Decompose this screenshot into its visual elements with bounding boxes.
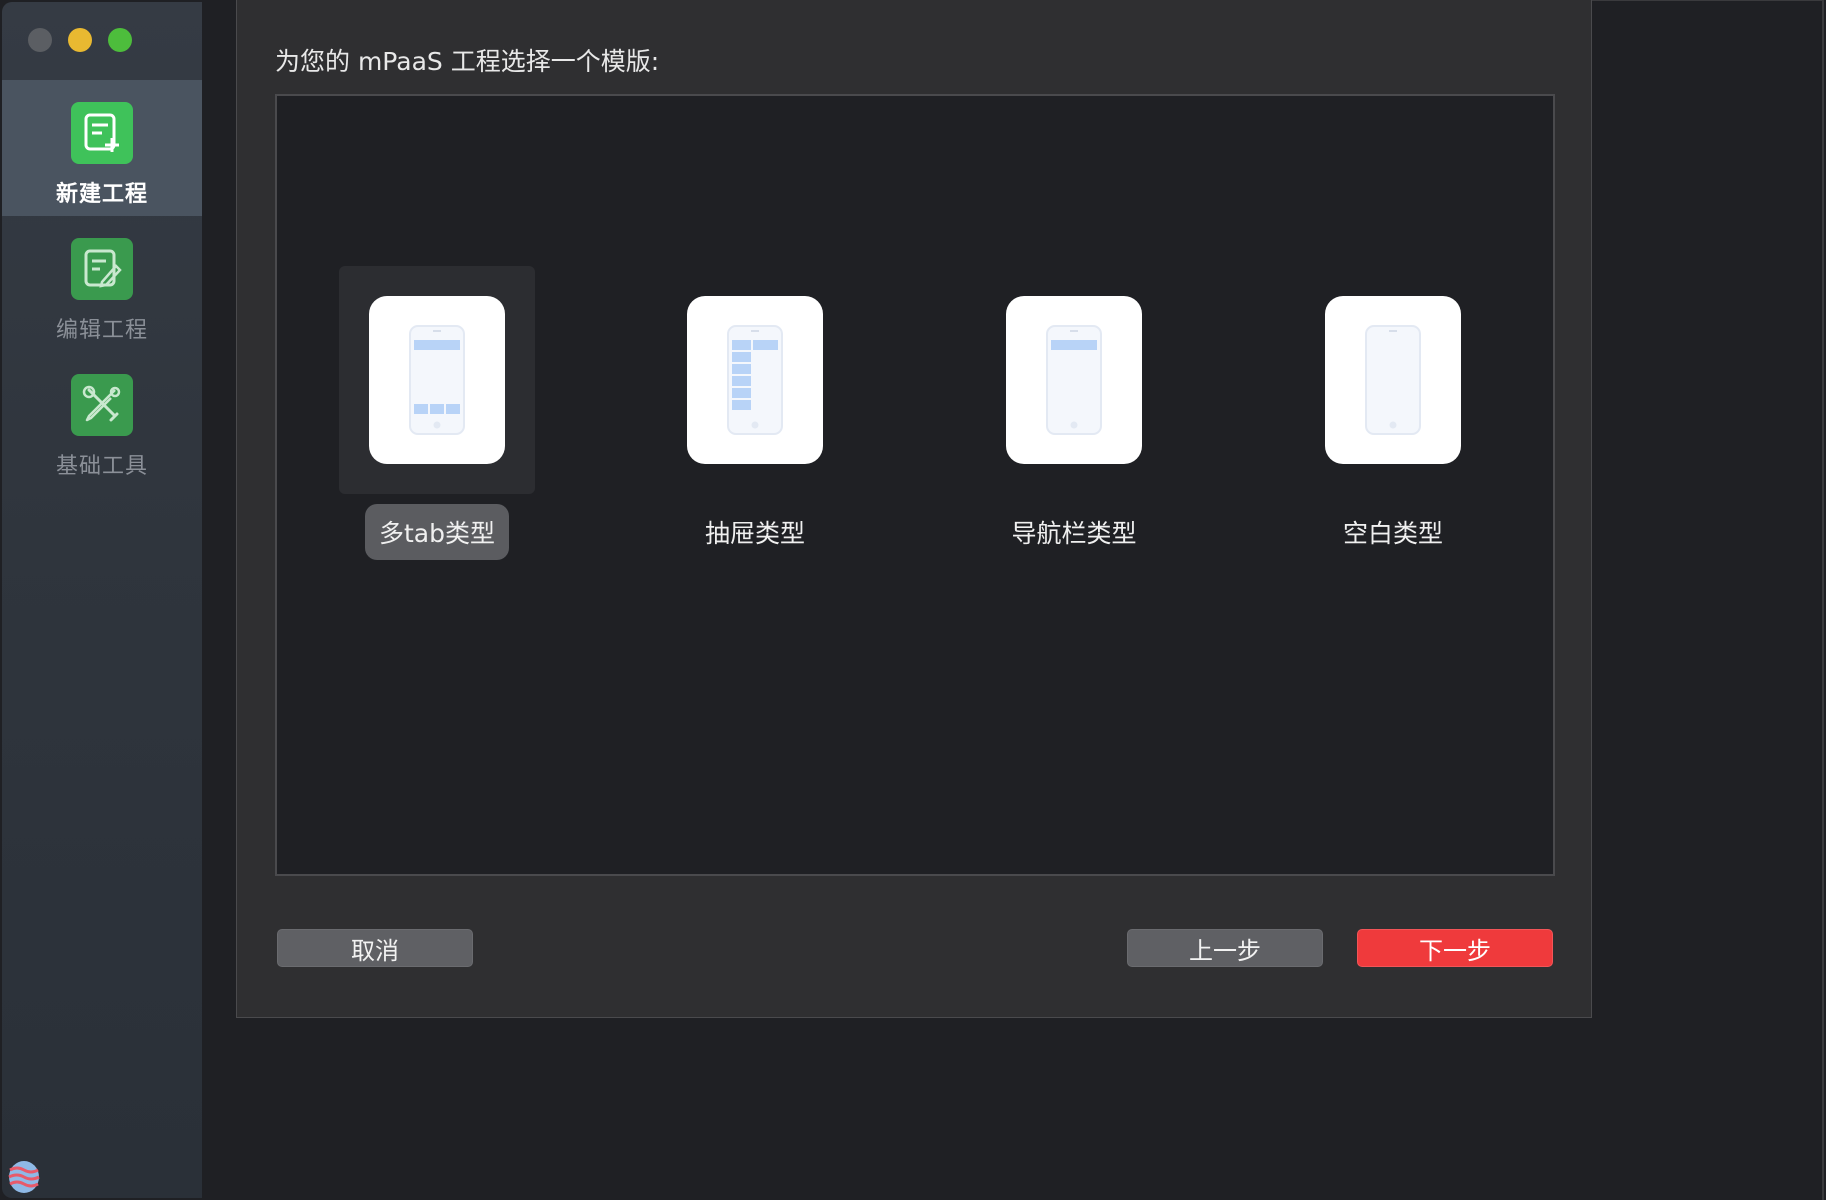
template-thumb-wrap — [657, 266, 853, 494]
template-label: 空白类型 — [1342, 519, 1443, 548]
template-label: 导航栏类型 — [1011, 519, 1137, 548]
template-multitab[interactable]: 多tab类型 — [339, 266, 535, 560]
previous-step-button[interactable]: 上一步 — [1127, 929, 1323, 967]
tools-icon — [71, 374, 133, 436]
window-controls — [28, 28, 132, 52]
new-project-icon — [71, 102, 133, 164]
sidebar-item-new-project[interactable]: 新建工程 — [2, 80, 202, 216]
template-thumb-wrap — [1295, 266, 1491, 494]
sidebar-item-tools[interactable]: 基础工具 — [2, 352, 202, 488]
template-thumb-wrap — [339, 266, 535, 494]
next-step-button[interactable]: 下一步 — [1357, 929, 1553, 967]
template-label: 抽屉类型 — [704, 519, 805, 548]
template-blank[interactable]: 空白类型 — [1295, 266, 1491, 556]
sidebar-item-label: 基础工具 — [55, 454, 148, 479]
sidebar-item-label: 编辑工程 — [55, 318, 148, 343]
sidebar: 新建工程 编辑工程 基础工具 — [2, 2, 202, 1198]
phone-drawer-icon — [687, 296, 823, 464]
phone-multitab-icon — [369, 296, 505, 464]
sidebar-item-label: 新建工程 — [55, 182, 148, 207]
template-dialog: 为您的 mPaaS 工程选择一个模版: 多tab类型 抽屉类型 导航栏类型 空白… — [236, 0, 1592, 1018]
app-window: 新建工程 编辑工程 基础工具 为您的 mPaaS 工程选择一个模版: 多tab类… — [0, 0, 1826, 1200]
template-navbar[interactable]: 导航栏类型 — [976, 266, 1172, 556]
easter-egg-icon — [6, 1158, 42, 1194]
maximize-window-button[interactable] — [108, 28, 132, 52]
dialog-title: 为您的 mPaaS 工程选择一个模版: — [275, 47, 660, 76]
minimize-window-button[interactable] — [68, 28, 92, 52]
phone-blank-icon — [1325, 296, 1461, 464]
sidebar-item-edit-project[interactable]: 编辑工程 — [2, 216, 202, 352]
template-list: 多tab类型 抽屉类型 导航栏类型 空白类型 — [275, 94, 1555, 876]
phone-navbar-icon — [1006, 296, 1142, 464]
close-window-button[interactable] — [28, 28, 52, 52]
template-thumb-wrap — [976, 266, 1172, 494]
template-drawer[interactable]: 抽屉类型 — [657, 266, 853, 556]
template-label: 多tab类型 — [365, 504, 509, 560]
cancel-button[interactable]: 取消 — [277, 929, 473, 967]
background-window-frame — [1592, 0, 1824, 1200]
edit-project-icon — [71, 238, 133, 300]
